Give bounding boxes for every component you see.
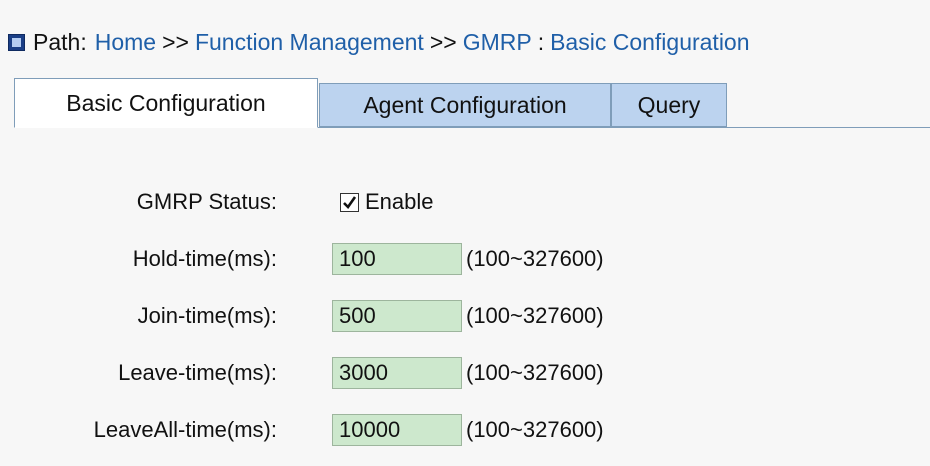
leaveall-time-label: LeaveAll-time(ms): [93, 417, 277, 442]
join-time-row: Join-time(ms): (100~327600) [0, 299, 930, 333]
tab-basic-configuration[interactable]: Basic Configuration [14, 78, 318, 128]
path-prefix-label: Path: [33, 28, 87, 55]
join-time-range: (100~327600) [466, 303, 604, 328]
breadcrumb-basic-configuration-link[interactable]: Basic Configuration [550, 29, 749, 56]
leave-time-range: (100~327600) [466, 360, 604, 385]
leave-time-input[interactable] [332, 357, 462, 389]
leaveall-time-input[interactable] [332, 414, 462, 446]
leave-time-row: Leave-time(ms): (100~327600) [0, 356, 930, 390]
hold-time-label: Hold-time(ms): [132, 246, 277, 271]
enable-checkbox[interactable] [340, 192, 359, 212]
enable-checkbox-label: Enable [365, 189, 434, 214]
leaveall-time-row: LeaveAll-time(ms): (100~327600) [0, 413, 930, 447]
checkmark-icon [343, 195, 357, 209]
hold-time-input[interactable] [332, 243, 462, 275]
gmrp-basic-config-form: GMRP Status: Enable Hold-time(ms): (100~… [0, 128, 930, 466]
join-time-input[interactable] [332, 300, 462, 332]
breadcrumb-separator: >> [162, 28, 189, 55]
breadcrumb-separator: >> [429, 28, 457, 55]
breadcrumb: Path: Home >> Function Management >> GMR… [8, 26, 750, 58]
tab-agent-configuration[interactable]: Agent Configuration [319, 83, 611, 127]
leaveall-time-range: (100~327600) [466, 417, 604, 442]
breadcrumb-home-link[interactable]: Home [95, 29, 156, 56]
gmrp-status-row: GMRP Status: Enable [0, 185, 930, 219]
leave-time-label: Leave-time(ms): [118, 360, 277, 385]
gmrp-status-control: Enable [332, 189, 434, 215]
breadcrumb-function-management-link[interactable]: Function Management [195, 29, 424, 56]
tab-bar: Basic Configuration Agent Configuration … [14, 78, 930, 128]
gmrp-status-label: GMRP Status: [136, 189, 277, 214]
hold-time-range: (100~327600) [466, 246, 604, 271]
path-square-icon [8, 33, 25, 51]
breadcrumb-gmrp-link[interactable]: GMRP [463, 29, 532, 56]
hold-time-row: Hold-time(ms): (100~327600) [0, 242, 930, 276]
tab-query[interactable]: Query [611, 83, 727, 127]
breadcrumb-colon: : [537, 28, 545, 55]
join-time-label: Join-time(ms): [137, 303, 277, 328]
